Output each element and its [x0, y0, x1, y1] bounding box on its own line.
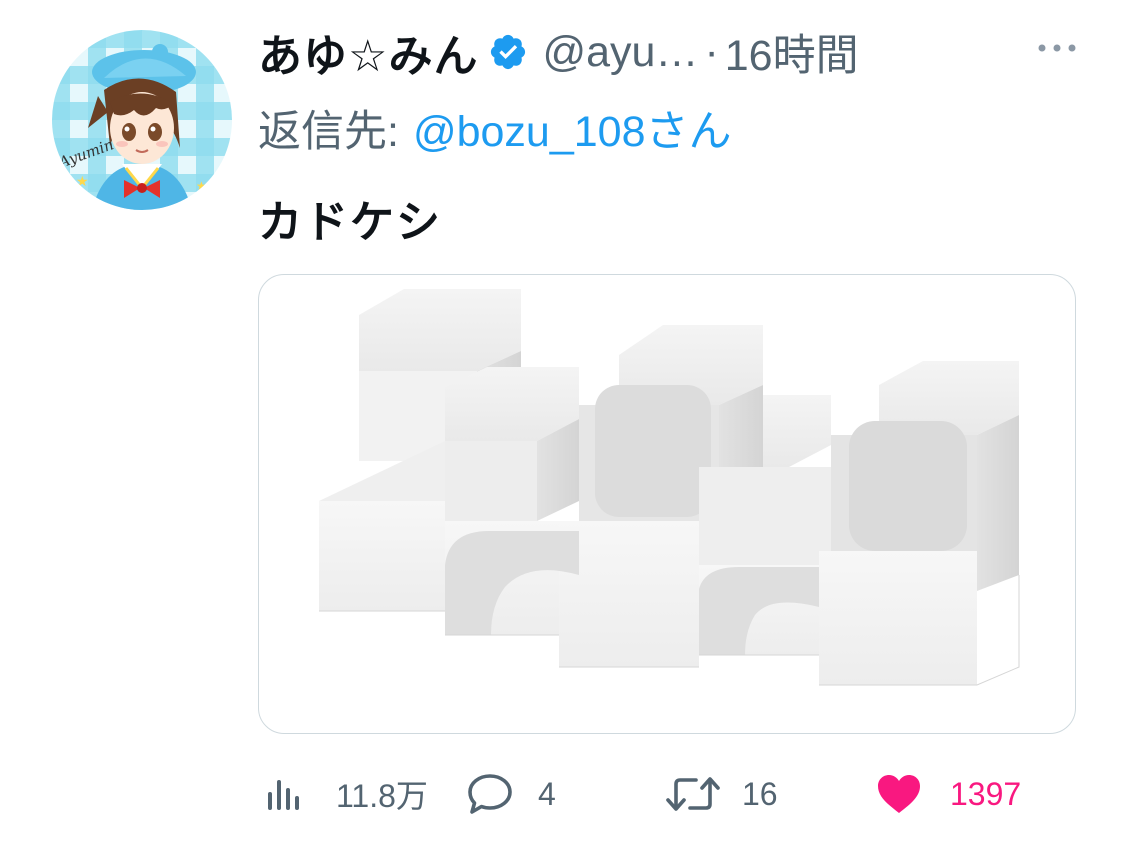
retweet-count: 16 — [742, 775, 778, 812]
tweet-media-image[interactable] — [258, 274, 1076, 734]
more-options-button[interactable] — [1030, 36, 1090, 60]
views-icon — [268, 780, 299, 810]
timestamp[interactable]: 16時間 — [725, 21, 859, 83]
reply-to-line: 返信先: @bozu_108さん — [258, 100, 732, 156]
views-button[interactable]: 11.8万 — [264, 764, 428, 824]
like-button[interactable]: 1397 — [876, 764, 1021, 824]
reply-icon — [468, 774, 512, 814]
retweet-icon — [666, 777, 720, 811]
tweet-header: あゆ☆みん @ayu… · 16時間 — [258, 22, 859, 82]
reply-button[interactable]: 4 — [466, 764, 556, 824]
like-count: 1397 — [950, 775, 1022, 812]
display-name[interactable]: あゆ☆みん — [258, 20, 478, 84]
views-count: 11.8万 — [336, 778, 428, 814]
tweet-text: カドケシ — [258, 198, 442, 247]
reply-label: 返信先: — [258, 108, 399, 156]
reply-mention-link[interactable]: @bozu_108さん — [413, 97, 732, 159]
more-dots-icon — [1038, 44, 1076, 52]
svg-text:★: ★ — [196, 179, 207, 193]
heart-icon — [878, 775, 920, 813]
eraser-photo — [319, 289, 1020, 686]
retweet-button[interactable]: 16 — [666, 764, 778, 824]
avatar[interactable]: Ayumin ★ ★ — [52, 30, 232, 210]
svg-text:★: ★ — [76, 173, 89, 189]
reply-count: 4 — [538, 775, 556, 812]
avatar-illustration: Ayumin ★ ★ — [52, 30, 232, 210]
user-handle[interactable]: @ayu… — [542, 28, 698, 77]
separator-dot: · — [704, 27, 719, 76]
verified-badge-icon[interactable] — [488, 32, 528, 72]
